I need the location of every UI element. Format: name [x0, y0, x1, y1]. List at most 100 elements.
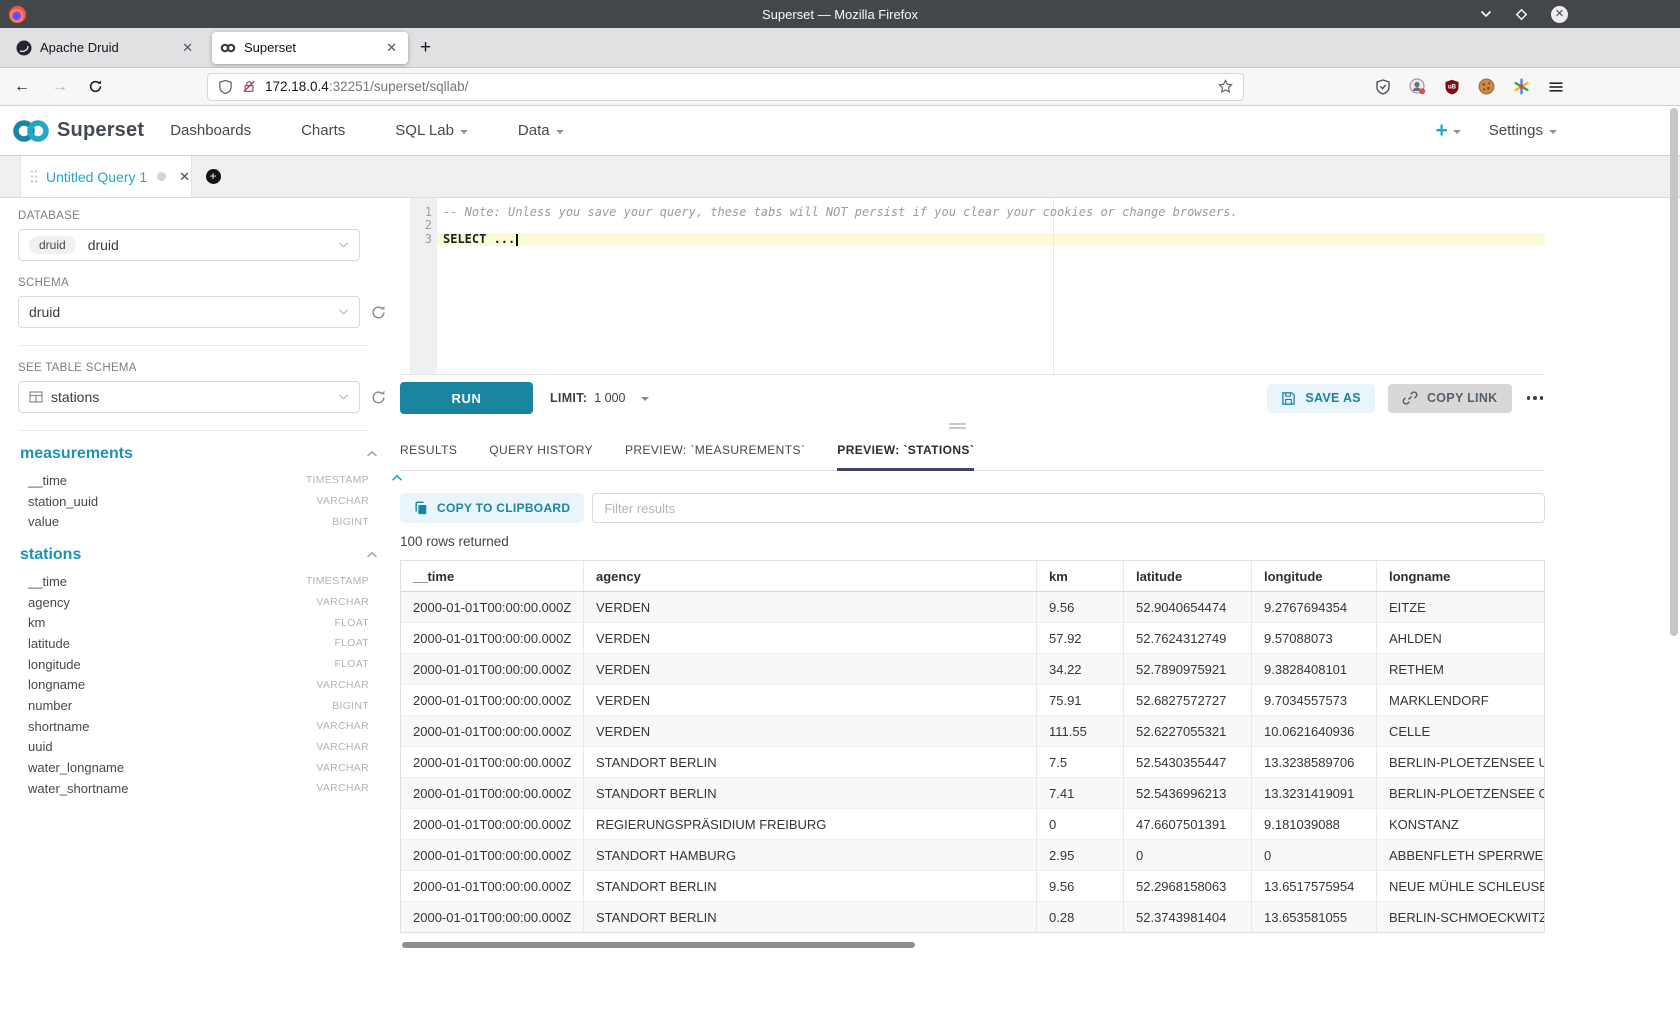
results-tab[interactable]: PREVIEW: `STATIONS` [837, 443, 974, 470]
refresh-table-schema-icon[interactable] [370, 389, 387, 406]
table-row: 2000-01-01T00:00:00.000Z STANDORT HAMBUR… [401, 840, 1544, 871]
cell-agency: VERDEN [584, 592, 1037, 622]
lock-slash-icon[interactable] [242, 79, 256, 94]
table-section-stations[interactable]: stations [20, 546, 378, 564]
cell-longitude: 13.3238589706 [1252, 747, 1377, 777]
settings-menu[interactable]: Settings [1489, 122, 1557, 139]
add-new-button[interactable]: + [1436, 119, 1461, 143]
navbar-item-sql-lab[interactable]: SQL Lab [395, 122, 468, 139]
cell-longname: EITZE [1377, 592, 1544, 622]
table-section-measurements[interactable]: measurements [20, 445, 378, 463]
stations-column-list: __time TIMESTAMP agency VARCHAR km FLOAT… [10, 571, 396, 799]
cell-km: 57.92 [1037, 623, 1124, 653]
column-name: water_longname [28, 760, 124, 775]
run-button[interactable]: RUN [400, 382, 533, 414]
query-tab-close-icon[interactable]: ✕ [179, 169, 190, 185]
navbar-item-charts[interactable]: Charts [301, 122, 345, 139]
limit-dropdown[interactable]: LIMIT: 1 000 [550, 391, 649, 405]
column-type: VARCHAR [316, 679, 369, 691]
chevron-up-icon[interactable] [366, 551, 378, 559]
table-header-cell[interactable]: agency [584, 561, 1037, 591]
refresh-schema-icon[interactable] [370, 304, 387, 321]
more-options-button[interactable] [1525, 392, 1546, 404]
results-tab[interactable]: RESULTS [400, 443, 457, 470]
vertical-scrollbar-thumb[interactable] [1670, 108, 1678, 636]
copy-link-button[interactable]: COPY LINK [1388, 384, 1512, 413]
new-query-tab-button[interactable]: + [192, 156, 234, 197]
cell-latitude: 52.3743981404 [1124, 902, 1252, 932]
cell-km: 111.55 [1037, 716, 1124, 746]
navbar-item-data[interactable]: Data [518, 122, 564, 139]
cell-latitude: 52.7890975921 [1124, 654, 1252, 684]
shield-check-extension-icon[interactable] [1375, 79, 1391, 95]
superset-favicon-icon [220, 40, 236, 56]
cell-longname: BERLIN-SCHMOECKWITZ [1377, 902, 1544, 932]
browser-tab-superset[interactable]: Superset ✕ [212, 32, 408, 64]
reload-button[interactable] [88, 79, 103, 94]
table-header-cell[interactable]: longitude [1252, 561, 1377, 591]
window-minimize-icon[interactable] [1480, 10, 1492, 18]
new-tab-button[interactable]: + [420, 37, 431, 59]
shield-icon[interactable] [218, 79, 233, 95]
limit-label: LIMIT: [550, 391, 587, 405]
results-table-body: 2000-01-01T00:00:00.000Z VERDEN 9.56 52.… [401, 592, 1544, 932]
results-tab[interactable]: QUERY HISTORY [489, 443, 593, 470]
sql-editor[interactable]: 1 2 3 -- Note: Unless you save your quer… [400, 198, 1545, 375]
cell-longitude: 13.6517575954 [1252, 871, 1377, 901]
chevron-down-icon [641, 397, 649, 401]
schema-select[interactable]: druid [18, 296, 360, 328]
save-as-button[interactable]: SAVE AS [1267, 384, 1375, 413]
collapse-pane-chevron-up-icon[interactable] [391, 474, 403, 482]
filter-results-input[interactable] [592, 493, 1545, 523]
bookmark-star-icon[interactable] [1218, 79, 1233, 94]
ublock-extension-icon[interactable]: uB [1444, 79, 1460, 95]
browser-urlbar: ← → 172.18.0.4:32251/superset/sqllab/ uB [0, 68, 1680, 106]
column-type: VARCHAR [316, 720, 369, 732]
column-name: agency [28, 595, 70, 610]
hamburger-menu-icon[interactable] [1548, 79, 1564, 95]
query-status-dot [157, 172, 166, 181]
color-asterisk-extension-icon[interactable] [1513, 78, 1530, 95]
window-close-icon[interactable]: ✕ [1551, 6, 1568, 23]
superset-logo[interactable]: Superset [10, 117, 144, 145]
mask-extension-icon[interactable] [1409, 78, 1426, 95]
cell-time: 2000-01-01T00:00:00.000Z [401, 592, 584, 622]
drag-handle-icon[interactable] [30, 169, 37, 184]
forward-button[interactable]: → [52, 78, 68, 96]
pane-resize-handle[interactable] [949, 423, 966, 431]
table-header-cell[interactable]: latitude [1124, 561, 1252, 591]
tab-close-icon[interactable]: ✕ [383, 40, 400, 56]
horizontal-scrollbar[interactable] [400, 942, 1545, 948]
copy-to-clipboard-button[interactable]: COPY TO CLIPBOARD [400, 493, 584, 523]
back-button[interactable]: ← [14, 78, 30, 96]
editor-gutter: 1 2 3 [410, 198, 437, 374]
chevron-up-icon[interactable] [366, 450, 378, 458]
schema-column-row: agency VARCHAR [28, 592, 369, 613]
cookie-extension-icon[interactable] [1478, 78, 1495, 95]
browser-tabstrip: Apache Druid ✕ Superset ✕ + [0, 28, 1680, 68]
database-select[interactable]: druid druid [18, 229, 360, 261]
table-schema-select[interactable]: stations [18, 381, 360, 413]
url-input[interactable]: 172.18.0.4:32251/superset/sqllab/ [207, 73, 1244, 101]
tab-close-icon[interactable]: ✕ [179, 40, 196, 56]
horizontal-scrollbar-thumb[interactable] [402, 942, 915, 948]
table-header-cell[interactable]: longname [1377, 561, 1544, 591]
cell-longname: MARKLENDORF [1377, 685, 1544, 715]
navbar-item-dashboards[interactable]: Dashboards [170, 122, 251, 139]
table-row: 2000-01-01T00:00:00.000Z VERDEN 9.56 52.… [401, 592, 1544, 623]
cell-longitude: 9.3828408101 [1252, 654, 1377, 684]
browser-tab-apache-druid[interactable]: Apache Druid ✕ [8, 32, 204, 64]
schema-column-row: latitude FLOAT [28, 633, 369, 654]
table-header-cell[interactable]: km [1037, 561, 1124, 591]
superset-navbar: Superset Dashboards Charts SQL Lab Data … [0, 106, 1680, 156]
cell-km: 9.56 [1037, 592, 1124, 622]
brand-name: Superset [57, 119, 144, 142]
table-row: 2000-01-01T00:00:00.000Z REGIERUNGSPRÄSI… [401, 809, 1544, 840]
cell-km: 75.91 [1037, 685, 1124, 715]
window-maximize-icon[interactable] [1515, 8, 1528, 21]
query-tab-untitled-query-1[interactable]: Untitled Query 1 ✕ [20, 156, 192, 197]
cell-longitude: 9.2767694354 [1252, 592, 1377, 622]
results-tab[interactable]: PREVIEW: `MEASUREMENTS` [625, 443, 805, 470]
table-header-cell[interactable]: __time [401, 561, 584, 591]
column-type: FLOAT [334, 637, 369, 649]
